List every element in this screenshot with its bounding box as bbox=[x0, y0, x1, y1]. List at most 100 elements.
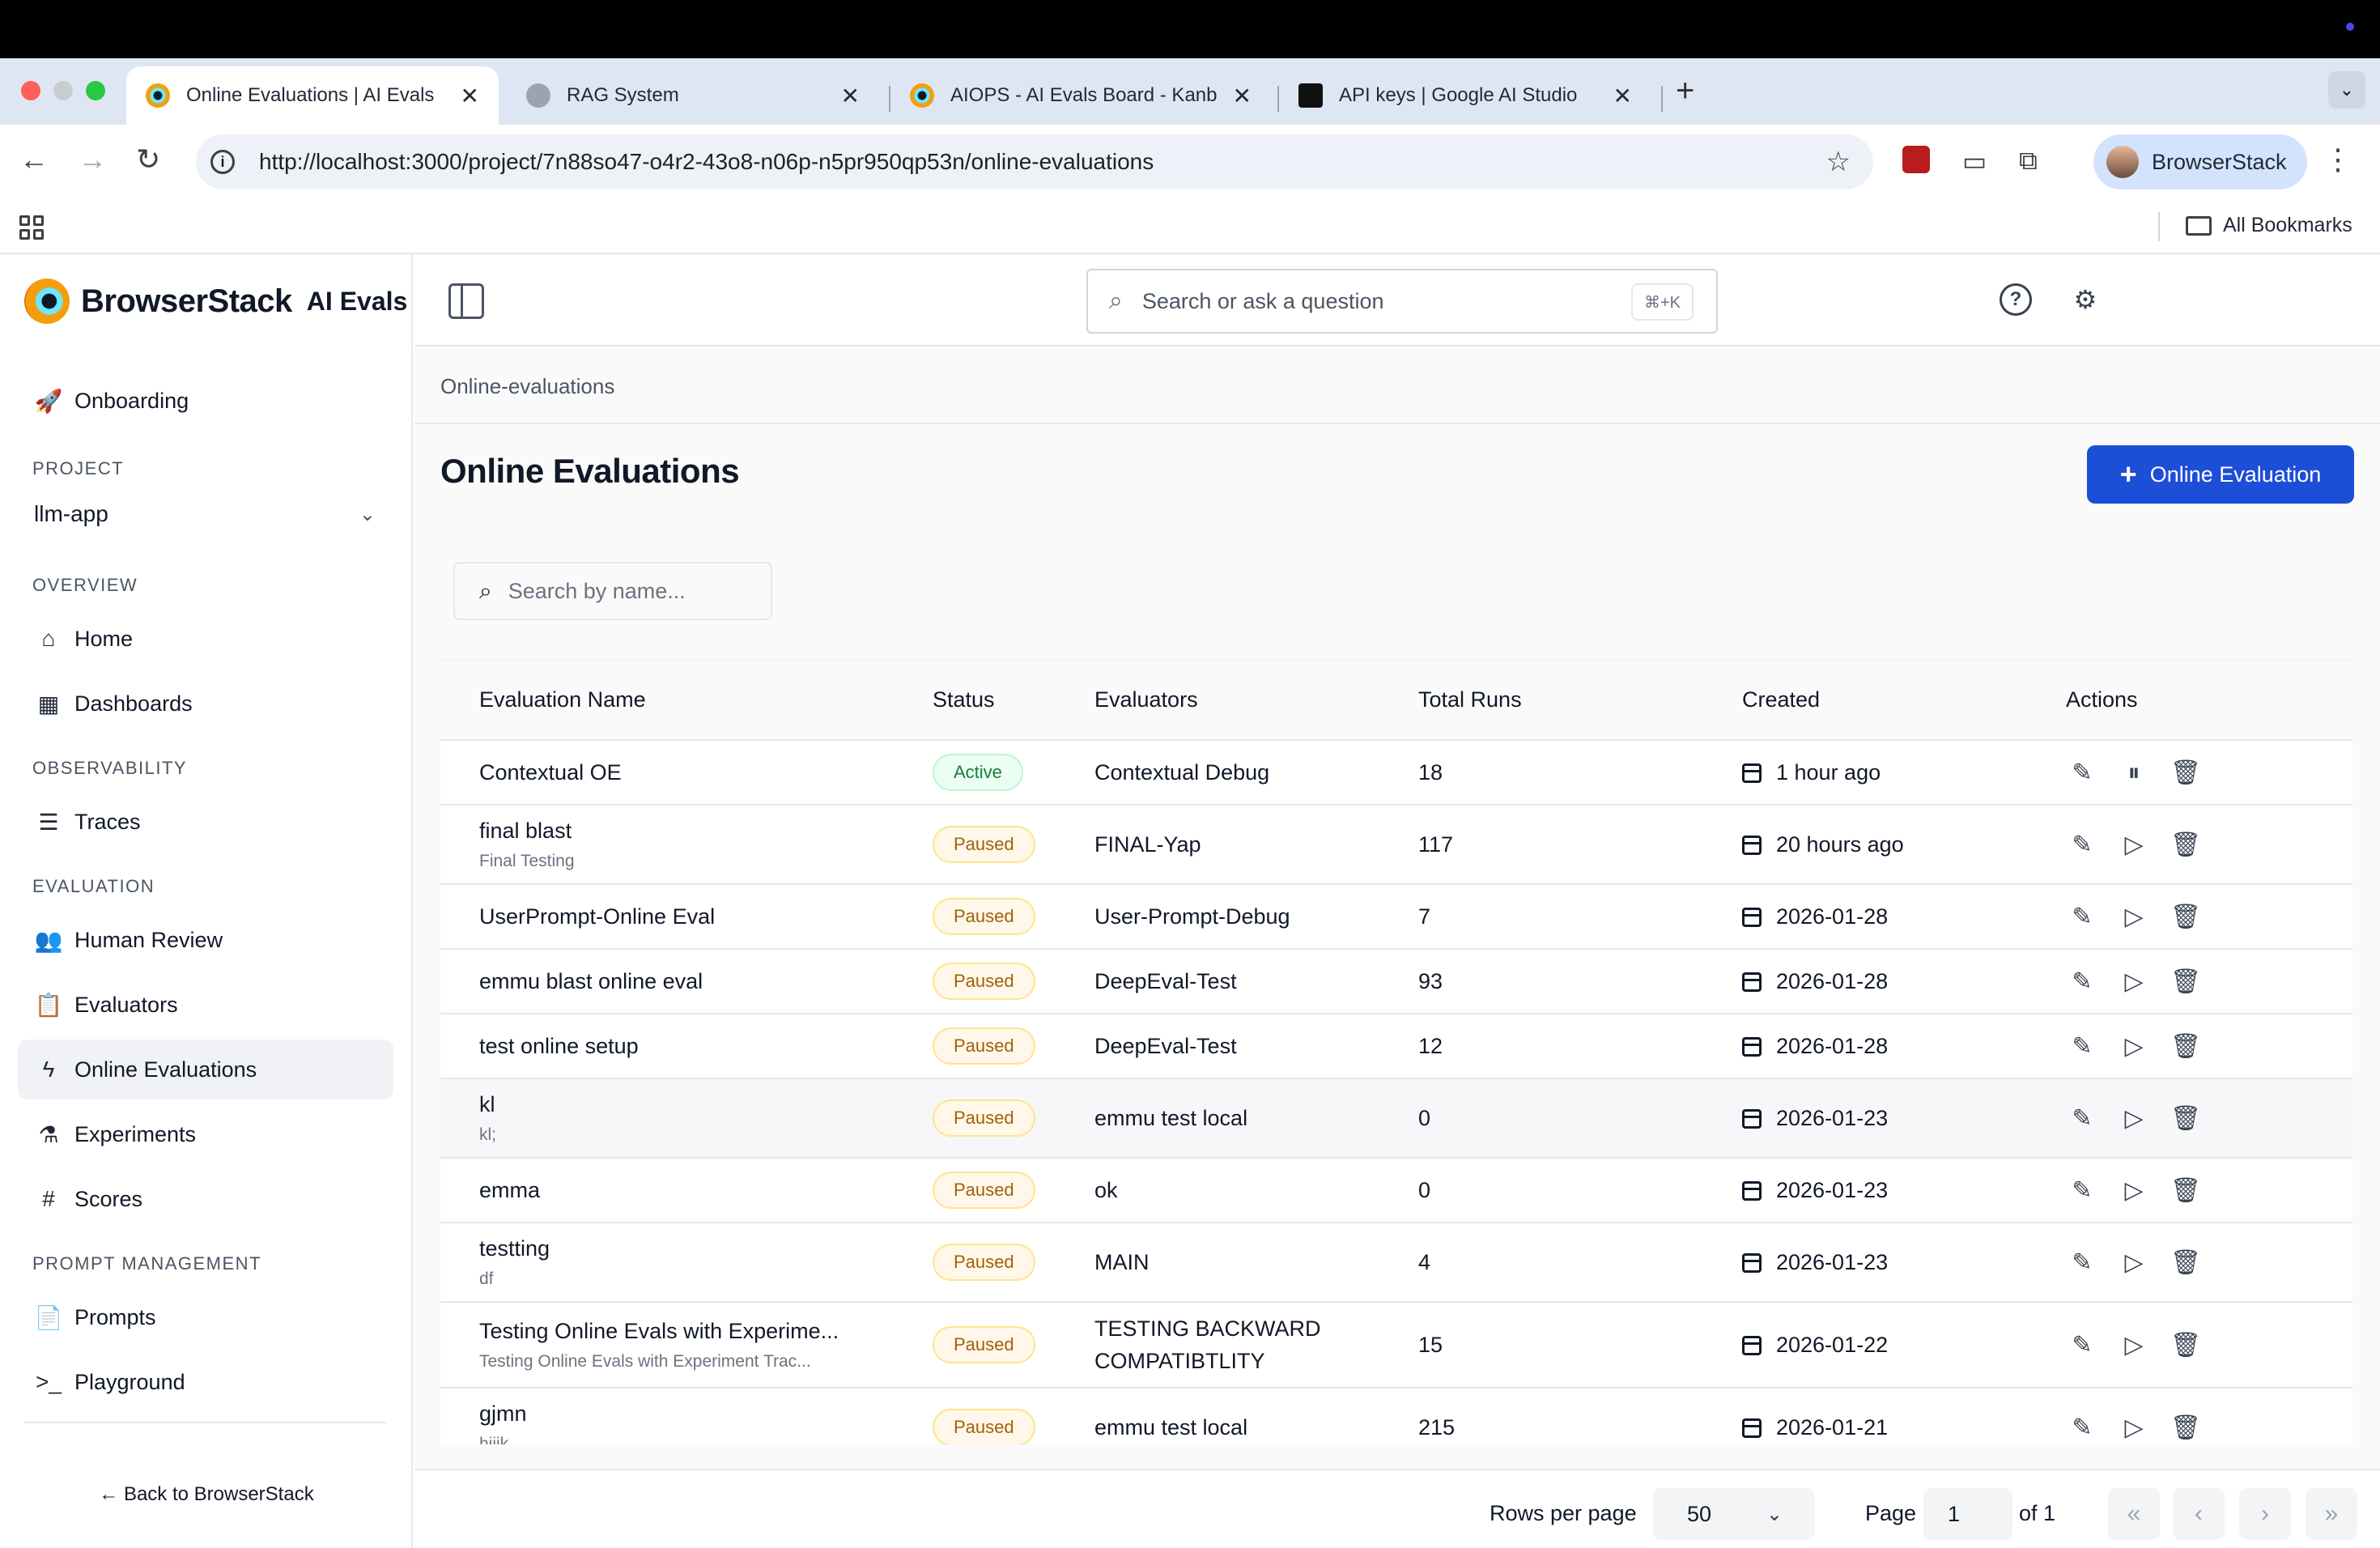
bookmark-star-icon[interactable]: ☆ bbox=[1826, 146, 1851, 178]
edit-icon[interactable]: ✎ bbox=[2066, 1104, 2098, 1133]
browser-menu-icon[interactable]: ⋮ bbox=[2323, 142, 2352, 176]
tab-search-chevron-icon[interactable]: ⌄ bbox=[2328, 71, 2365, 108]
breadcrumb[interactable]: Online-evaluations bbox=[440, 374, 614, 399]
edit-icon[interactable]: ✎ bbox=[2066, 1176, 2098, 1205]
help-icon[interactable]: ? bbox=[2000, 283, 2032, 316]
rows-per-page-select[interactable]: 50 ⌄ bbox=[1653, 1488, 1815, 1540]
play-icon[interactable]: ▷ bbox=[2118, 1331, 2150, 1359]
profile-button[interactable]: BrowserStack bbox=[2093, 134, 2307, 189]
tab-close-icon[interactable]: ✕ bbox=[461, 83, 479, 109]
sidebar-item-prompts[interactable]: 📄 Prompts bbox=[18, 1287, 393, 1347]
sidebar-item-traces[interactable]: ☰ Traces bbox=[18, 792, 393, 852]
browser-tab-aiops-board[interactable]: AIOPS - AI Evals Board - Kanb ✕ bbox=[890, 66, 1271, 125]
play-icon[interactable]: ▷ bbox=[2118, 1032, 2150, 1061]
trash-icon[interactable]: 🗑 bbox=[2170, 1032, 2202, 1061]
tab-close-icon[interactable]: ✕ bbox=[1233, 83, 1252, 109]
back-to-browserstack-link[interactable]: ← Back to BrowserStack bbox=[0, 1483, 413, 1506]
close-window-icon[interactable] bbox=[21, 81, 40, 100]
sidebar-item-online-evaluations[interactable]: ϟ Online Evaluations bbox=[18, 1040, 393, 1099]
table-row[interactable]: final blast Final Testing Paused FINAL-Yap 1… bbox=[440, 805, 2352, 885]
address-bar[interactable]: i http://localhost:3000/project/7n88so47… bbox=[196, 134, 1873, 189]
trash-icon[interactable]: 🗑 bbox=[2170, 831, 2202, 859]
play-icon[interactable]: ▷ bbox=[2118, 968, 2150, 996]
trash-icon[interactable]: 🗑 bbox=[2170, 903, 2202, 931]
edit-icon[interactable]: ✎ bbox=[2066, 1248, 2098, 1277]
reload-icon[interactable]: ↻ bbox=[136, 142, 160, 176]
edit-icon[interactable]: ✎ bbox=[2066, 1331, 2098, 1359]
extension-icon[interactable] bbox=[1902, 146, 1930, 173]
sidebar-item-dashboards[interactable]: ▦ Dashboards bbox=[18, 674, 393, 734]
trash-icon[interactable]: 🗑 bbox=[2170, 1104, 2202, 1133]
evaluation-name[interactable]: Testing Online Evals with Experime... bbox=[479, 1319, 894, 1344]
play-icon[interactable]: ▷ bbox=[2118, 831, 2150, 859]
puzzle-extensions-icon[interactable]: ⧉ bbox=[2019, 146, 2038, 176]
edit-icon[interactable]: ✎ bbox=[2066, 1414, 2098, 1442]
column-header-status[interactable]: Status bbox=[894, 661, 1056, 741]
trash-icon[interactable]: 🗑 bbox=[2170, 968, 2202, 996]
edit-icon[interactable]: ✎ bbox=[2066, 903, 2098, 931]
new-tab-icon[interactable]: + bbox=[1676, 73, 1694, 109]
browser-tab-online-evaluations[interactable]: Online Evaluations | AI Evals ✕ bbox=[126, 66, 499, 125]
url-text[interactable]: http://localhost:3000/project/7n88so47-o… bbox=[259, 149, 1154, 175]
apps-grid-icon[interactable] bbox=[19, 215, 44, 240]
minimize-window-icon[interactable] bbox=[53, 81, 73, 100]
evaluation-name[interactable]: final blast bbox=[479, 819, 894, 844]
project-select[interactable]: llm-app ⌄ bbox=[18, 489, 393, 539]
edit-icon[interactable]: ✎ bbox=[2066, 759, 2098, 787]
tab-close-icon[interactable]: ✕ bbox=[841, 83, 860, 109]
play-icon[interactable]: ▷ bbox=[2118, 903, 2150, 931]
evaluation-name[interactable]: test online setup bbox=[479, 1034, 894, 1059]
page-number-input[interactable]: 1 bbox=[1923, 1488, 2012, 1540]
evaluation-name[interactable]: emma bbox=[479, 1178, 894, 1203]
column-header-name[interactable]: Evaluation Name bbox=[440, 661, 894, 741]
forward-arrow-icon[interactable]: → bbox=[78, 142, 107, 176]
sidebar-item-human-review[interactable]: 👥 Human Review bbox=[18, 910, 393, 970]
edit-icon[interactable]: ✎ bbox=[2066, 968, 2098, 996]
global-search[interactable]: ⌕ Search or ask a question ⌘+K bbox=[1086, 269, 1718, 334]
play-icon[interactable]: ▷ bbox=[2118, 1248, 2150, 1277]
all-bookmarks-button[interactable]: All Bookmarks bbox=[2186, 214, 2352, 237]
browser-tab-rag-system[interactable]: RAG System ✕ bbox=[507, 66, 879, 125]
table-row[interactable]: Contextual OE Active Contextual Debug 18 1 h… bbox=[440, 740, 2352, 806]
sidebar-item-evaluators[interactable]: 📋 Evaluators bbox=[18, 975, 393, 1035]
play-icon[interactable]: ▷ bbox=[2118, 1176, 2150, 1205]
gear-icon[interactable]: ⚙ bbox=[2069, 283, 2102, 316]
evaluation-name[interactable]: kl bbox=[479, 1092, 894, 1117]
trash-icon[interactable]: 🗑 bbox=[2170, 1331, 2202, 1359]
add-online-evaluation-button[interactable]: + Online Evaluation bbox=[2087, 445, 2354, 504]
sidebar-item-scores[interactable]: # Scores bbox=[18, 1169, 393, 1229]
edit-icon[interactable]: ✎ bbox=[2066, 1032, 2098, 1061]
trash-icon[interactable]: 🗑 bbox=[2170, 759, 2202, 787]
last-page-icon[interactable]: » bbox=[2306, 1488, 2357, 1540]
table-row[interactable]: gjmn hjijk Paused emmu test local 215 2026-01… bbox=[440, 1388, 2352, 1444]
table-row[interactable]: emmu blast online eval Paused DeepEval-Tes… bbox=[440, 949, 2352, 1014]
evaluation-name[interactable]: testting bbox=[479, 1236, 894, 1261]
sidebar-toggle-icon[interactable] bbox=[448, 283, 484, 319]
cast-icon[interactable]: ▭ bbox=[1962, 146, 1987, 176]
table-row[interactable]: UserPrompt-Online Eval Paused User-Prompt-… bbox=[440, 884, 2352, 950]
brand-logo-link[interactable]: BrowserStack AI Evals bbox=[24, 279, 407, 324]
next-page-icon[interactable]: › bbox=[2239, 1488, 2291, 1540]
column-header-total-runs[interactable]: Total Runs bbox=[1379, 661, 1703, 741]
table-row[interactable]: kl kl; Paused emmu test local 0 2026-01-23 ✎ ▷ 🗑 bbox=[440, 1078, 2352, 1159]
pause-icon[interactable]: ⏸ bbox=[2118, 759, 2150, 787]
sidebar-item-home[interactable]: ⌂ Home bbox=[18, 609, 393, 669]
evaluation-name[interactable]: UserPrompt-Online Eval bbox=[479, 904, 894, 929]
table-row[interactable]: emma Paused ok 0 2026-01-23 ✎ ▷ 🗑 bbox=[440, 1158, 2352, 1223]
sidebar-item-onboarding[interactable]: 🚀 Onboarding bbox=[18, 371, 393, 431]
back-arrow-icon[interactable]: ← bbox=[19, 142, 49, 176]
play-icon[interactable]: ▷ bbox=[2118, 1104, 2150, 1133]
play-icon[interactable]: ▷ bbox=[2118, 1414, 2150, 1442]
sidebar-item-experiments[interactable]: ⚗ Experiments bbox=[18, 1104, 393, 1164]
table-row[interactable]: Testing Online Evals with Experime... Tes… bbox=[440, 1302, 2352, 1389]
sidebar-item-playground[interactable]: >_ Playground bbox=[18, 1352, 393, 1412]
tab-close-icon[interactable]: ✕ bbox=[1613, 83, 1632, 109]
edit-icon[interactable]: ✎ bbox=[2066, 831, 2098, 859]
table-row[interactable]: test online setup Paused DeepEval-Test 12 20… bbox=[440, 1014, 2352, 1079]
maximize-window-icon[interactable] bbox=[86, 81, 105, 100]
column-header-created[interactable]: Created bbox=[1703, 661, 2027, 741]
previous-page-icon[interactable]: ‹ bbox=[2173, 1488, 2225, 1540]
evaluation-name[interactable]: Contextual OE bbox=[479, 760, 894, 785]
column-header-evaluators[interactable]: Evaluators bbox=[1056, 661, 1379, 741]
evaluation-name[interactable]: emmu blast online eval bbox=[479, 969, 894, 994]
